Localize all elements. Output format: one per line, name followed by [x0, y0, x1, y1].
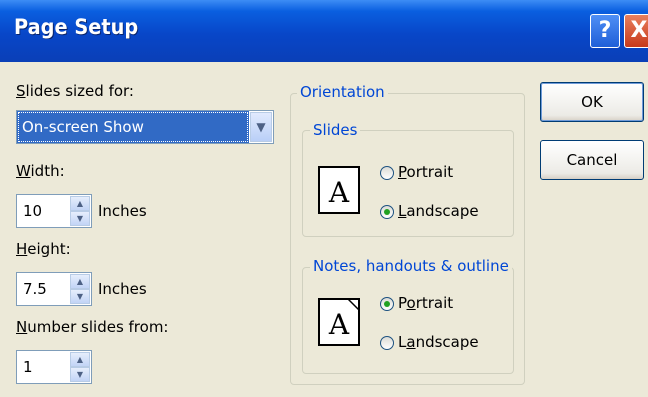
cancel-button[interactable]: Cancel [540, 140, 644, 180]
radio-selected-dot [384, 209, 390, 215]
spin-down-icon[interactable]: ▼ [70, 289, 90, 304]
height-label: Height: [16, 240, 71, 258]
slides-portrait-radio[interactable] [380, 166, 394, 180]
height-value: 7.5 [23, 280, 47, 298]
spin-up-icon[interactable]: ▲ [70, 274, 90, 289]
number-slides-from-value: 1 [23, 358, 33, 376]
notes-orientation-title: Notes, handouts & outline [310, 257, 512, 275]
number-slides-from-label: Number slides from: [16, 318, 169, 336]
select-value: On-screen Show [17, 111, 249, 143]
chevron-down-icon[interactable]: ▼ [250, 112, 272, 142]
svg-text:A: A [328, 176, 350, 209]
title-bar: Page Setup ? X [0, 0, 648, 62]
slides-sized-for-label: Slides sized for: [16, 82, 134, 100]
width-spinner[interactable]: 10 ▲ ▼ [16, 194, 92, 228]
spin-up-icon[interactable]: ▲ [70, 196, 90, 211]
help-button[interactable]: ? [590, 14, 620, 48]
dialog-title: Page Setup [14, 15, 139, 39]
landscape-document-icon: A [318, 166, 360, 214]
orientation-title: Orientation [297, 83, 388, 101]
height-unit: Inches [98, 280, 147, 298]
width-label: Width: [16, 162, 65, 180]
number-spin-buttons: ▲ ▼ [70, 352, 90, 382]
notes-portrait-label[interactable]: Portrait [398, 294, 453, 312]
spin-down-icon[interactable]: ▼ [70, 367, 90, 382]
slides-portrait-label[interactable]: Portrait [398, 163, 453, 181]
slides-landscape-radio[interactable] [380, 205, 394, 219]
height-spinner[interactable]: 7.5 ▲ ▼ [16, 272, 92, 306]
width-unit: Inches [98, 202, 147, 220]
width-value: 10 [23, 202, 43, 220]
portrait-document-icon: A [318, 298, 360, 346]
number-slides-from-spinner[interactable]: 1 ▲ ▼ [16, 350, 92, 384]
height-spin-buttons: ▲ ▼ [70, 274, 90, 304]
slides-orientation-title: Slides [310, 121, 361, 139]
notes-portrait-radio[interactable] [380, 297, 394, 311]
notes-landscape-radio[interactable] [380, 336, 394, 350]
width-spin-buttons: ▲ ▼ [70, 196, 90, 226]
ok-button[interactable]: OK [540, 82, 644, 122]
spin-down-icon[interactable]: ▼ [70, 211, 90, 226]
spin-up-icon[interactable]: ▲ [70, 352, 90, 367]
slides-sized-for-select[interactable]: On-screen Show ▼ [16, 110, 274, 144]
notes-landscape-label[interactable]: Landscape [398, 333, 479, 351]
radio-selected-dot [384, 301, 390, 307]
close-button[interactable]: X [624, 14, 648, 48]
svg-text:A: A [328, 308, 350, 341]
slides-landscape-label[interactable]: Landscape [398, 202, 479, 220]
